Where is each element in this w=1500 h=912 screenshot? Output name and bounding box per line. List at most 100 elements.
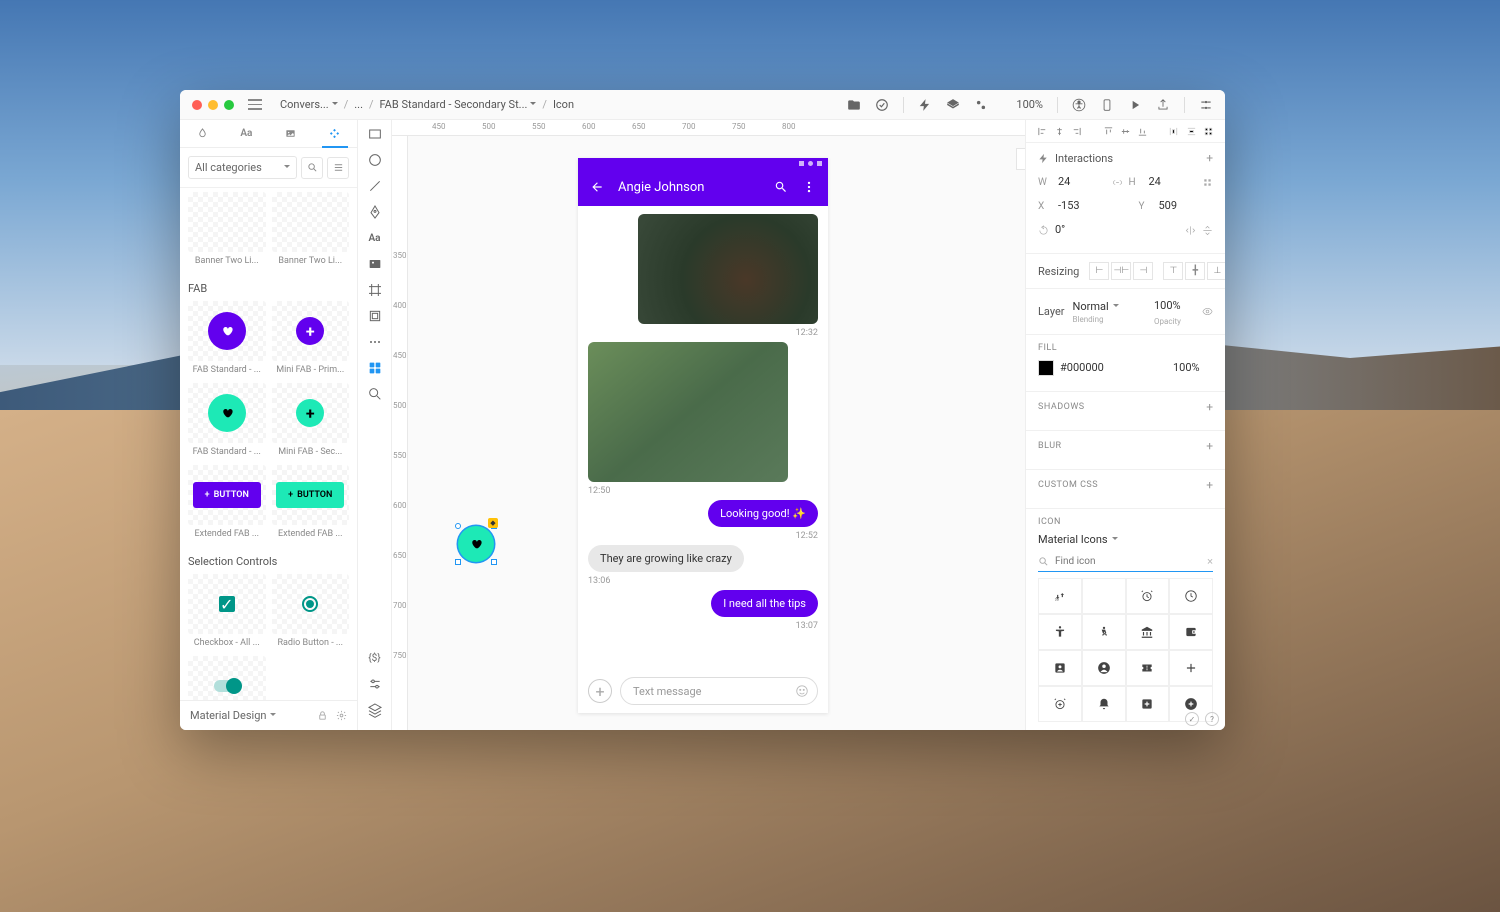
stack-icon[interactable] — [367, 702, 383, 718]
add-css-button[interactable]: + — [1206, 478, 1213, 492]
lock-icon[interactable] — [317, 710, 328, 721]
icon-add[interactable] — [1169, 650, 1213, 686]
rotation-input[interactable]: 0° — [1055, 221, 1179, 239]
settings-icon[interactable] — [1199, 98, 1213, 112]
align-bottom-icon[interactable] — [1137, 126, 1148, 137]
menu-icon[interactable] — [248, 98, 262, 112]
adjust-icon[interactable] — [367, 676, 383, 692]
pin-center-v-button[interactable]: ╋ — [1185, 262, 1205, 280]
distribute-h-icon[interactable] — [1168, 126, 1179, 137]
icon-confirmation-number[interactable] — [1126, 650, 1170, 686]
image-tool-icon[interactable] — [367, 256, 383, 272]
align-top-icon[interactable] — [1103, 126, 1114, 137]
add-shadow-button[interactable]: + — [1206, 400, 1213, 414]
artboard-tool-icon[interactable] — [367, 308, 383, 324]
rectangle-tool-icon[interactable] — [367, 126, 383, 142]
icon-account-circle[interactable] — [1082, 650, 1126, 686]
icon-add-alert[interactable] — [1082, 686, 1126, 722]
icon-accessible[interactable] — [1082, 614, 1126, 650]
canvas[interactable]: 450 500 550 600 650 700 750 800 350 400 … — [392, 120, 1025, 730]
category-dropdown[interactable]: All categories — [188, 156, 297, 179]
tidy-icon[interactable] — [1203, 126, 1214, 137]
sync-icon[interactable] — [875, 98, 889, 112]
clear-search-icon[interactable]: × — [1207, 555, 1213, 568]
add-blur-button[interactable]: + — [1206, 439, 1213, 453]
folder-icon[interactable] — [847, 98, 861, 112]
component-fab-standard-primary[interactable] — [188, 301, 266, 361]
align-center-v-icon[interactable] — [1120, 126, 1131, 137]
component-checkbox[interactable]: ✓ — [188, 574, 266, 634]
tab-images[interactable] — [269, 120, 313, 147]
breadcrumb-layer[interactable]: Icon — [553, 98, 574, 111]
chat-bubble-sent-2[interactable]: I need all the tips — [711, 590, 818, 617]
height-input[interactable]: 24 — [1149, 173, 1197, 191]
tab-colors[interactable] — [180, 120, 224, 147]
icon-3d-rotation[interactable]: 3D — [1038, 578, 1082, 614]
variable-icon[interactable]: {$} — [367, 650, 383, 666]
selected-fab-element[interactable]: ◆ — [458, 526, 494, 562]
chat-bubble-received-1[interactable]: They are growing like crazy — [588, 545, 744, 572]
zoom-tool-icon[interactable] — [367, 386, 383, 402]
icon-account-balance-wallet[interactable] — [1169, 614, 1213, 650]
frame-tool-icon[interactable] — [367, 282, 383, 298]
chat-bubble-sent-1[interactable]: Looking good! ✨ — [708, 500, 818, 527]
line-tool-icon[interactable] — [367, 178, 383, 194]
icon-ac-unit[interactable] — [1082, 578, 1126, 614]
fill-hex-input[interactable]: #000000 — [1060, 359, 1167, 377]
text-tool-icon[interactable]: Aa — [367, 230, 383, 246]
breadcrumb-component[interactable]: FAB Standard - Secondary St... — [380, 98, 537, 111]
blending-dropdown[interactable]: Normal — [1073, 300, 1146, 313]
chat-image-2[interactable] — [588, 342, 788, 482]
search-icon[interactable] — [774, 180, 788, 194]
pin-top-button[interactable]: ⊤ — [1163, 262, 1183, 280]
component-mini-fab-secondary[interactable]: + — [272, 383, 350, 443]
search-icon[interactable] — [301, 157, 323, 179]
align-right-icon[interactable] — [1071, 126, 1082, 137]
share-icon[interactable] — [1156, 98, 1170, 112]
component-banner-1[interactable] — [188, 192, 266, 252]
component-extended-fab-primary[interactable]: +BUTTON — [188, 465, 266, 525]
gear-icon[interactable] — [336, 710, 347, 721]
play-icon[interactable] — [1128, 98, 1142, 112]
icon-add-alarm[interactable] — [1038, 686, 1082, 722]
align-center-h-icon[interactable] — [1054, 126, 1065, 137]
pin-right-button[interactable]: ⊣ — [1133, 262, 1153, 280]
artboard-tab-name[interactable]: FAB Standard... — [1016, 148, 1025, 170]
zoom-level[interactable]: 100% — [1016, 98, 1043, 111]
component-mini-fab-primary[interactable]: + — [272, 301, 350, 361]
accessibility-icon[interactable] — [1072, 98, 1086, 112]
device-icon[interactable] — [1100, 98, 1114, 112]
icon-schedule[interactable] — [1169, 578, 1213, 614]
align-left-icon[interactable] — [1037, 126, 1048, 137]
icon-search-input[interactable] — [1055, 556, 1201, 567]
chat-artboard[interactable]: Angie Johnson 12:32 12:50 Looking good! … — [578, 158, 828, 713]
component-radio[interactable] — [272, 574, 350, 634]
more-tools-icon[interactable] — [367, 334, 383, 350]
component-banner-2[interactable] — [272, 192, 350, 252]
fill-color-swatch[interactable] — [1038, 360, 1054, 376]
x-position-input[interactable]: -153 — [1058, 197, 1113, 215]
back-arrow-icon[interactable] — [590, 180, 604, 194]
y-position-input[interactable]: 509 — [1159, 197, 1214, 215]
chat-image-1[interactable] — [638, 214, 818, 324]
width-input[interactable]: 24 — [1058, 173, 1106, 191]
resize-handle-bl[interactable] — [455, 559, 461, 565]
component-fab-standard-secondary[interactable] — [188, 383, 266, 443]
component-switcher[interactable] — [188, 656, 266, 700]
visibility-icon[interactable] — [1202, 306, 1213, 317]
component-extended-fab-secondary[interactable]: +BUTTON — [272, 465, 350, 525]
tab-components[interactable] — [313, 120, 357, 147]
canvas-viewport[interactable]: ◆ FAB Standard... Enabled Angie Johnson — [408, 136, 1025, 730]
breadcrumb-project[interactable]: Convers... — [280, 98, 338, 111]
component-instance-icon[interactable] — [367, 360, 383, 376]
resize-handle-br[interactable] — [491, 559, 497, 565]
flip-h-icon[interactable] — [1185, 225, 1196, 236]
more-vert-icon[interactable] — [802, 180, 816, 194]
library-selector[interactable]: Material Design — [190, 709, 309, 722]
icon-accessibility[interactable] — [1038, 614, 1082, 650]
flip-v-icon[interactable] — [1202, 225, 1213, 236]
resize-handle-tl[interactable] — [455, 523, 461, 529]
pin-bottom-button[interactable]: ⊥ — [1207, 262, 1225, 280]
text-message-input[interactable]: Text message — [620, 677, 818, 705]
icon-alarm[interactable] — [1126, 578, 1170, 614]
